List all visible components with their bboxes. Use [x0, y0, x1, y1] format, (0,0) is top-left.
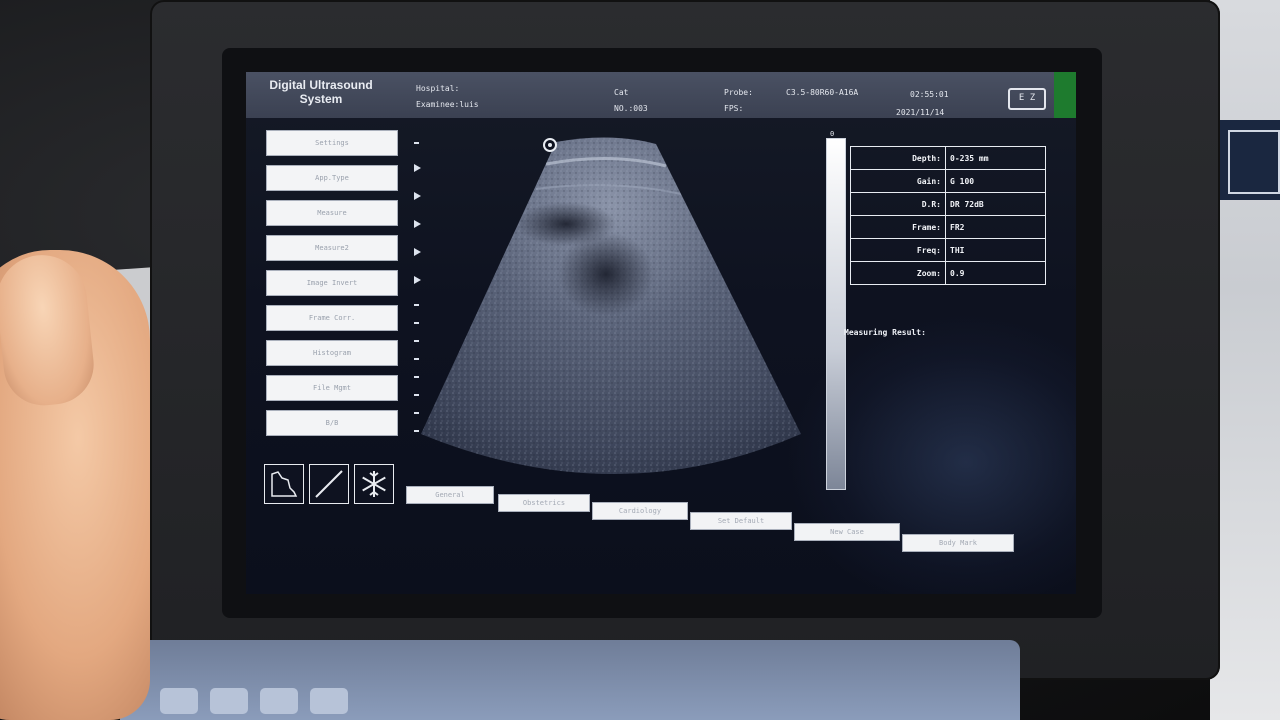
sidebar-item-file-mgmt[interactable]: File Mgmt	[266, 375, 398, 401]
param-key: D.R:	[850, 192, 946, 216]
param-row-frame: Frame: FR2	[850, 215, 1046, 239]
param-row-depth: Depth: 0-235 mm	[850, 146, 1046, 170]
sidebar-item-histogram[interactable]: Histogram	[266, 340, 398, 366]
keyboard-key	[310, 688, 348, 714]
param-value: THI	[945, 238, 1046, 262]
keyboard-key	[260, 688, 298, 714]
grayscale-bar	[826, 138, 846, 490]
param-value: 0-235 mm	[945, 146, 1046, 170]
background-snowflake-icon	[1228, 130, 1280, 194]
sidebar-item-measure[interactable]: Measure	[266, 200, 398, 226]
examinee-label: Examinee:luis	[416, 100, 479, 109]
sidebar-item-bb[interactable]: B/B	[266, 410, 398, 436]
ultrasound-screen: Digital Ultrasound System Hospital: Exam…	[246, 72, 1076, 594]
param-key: Freq:	[850, 238, 946, 262]
measuring-result-label: Measuring Result:	[844, 328, 926, 337]
clock-time: 02:55:01	[910, 90, 949, 99]
param-value: DR 72dB	[945, 192, 1046, 216]
param-row-freq: Freq: THI	[850, 238, 1046, 262]
brand-title: Digital Ultrasound System	[269, 78, 373, 106]
date: 2021/11/14	[896, 108, 945, 117]
sidebar-item-image-invert[interactable]: Image Invert	[266, 270, 398, 296]
probe-value: C3.5-80R60-A16A	[786, 88, 859, 97]
sidebar-item-app-type[interactable]: App.Type	[266, 165, 398, 191]
param-key: Gain:	[850, 169, 946, 193]
param-key: Frame:	[850, 215, 946, 239]
patient-number: NO.:003	[614, 104, 648, 113]
probe-orientation-marker	[543, 138, 557, 152]
keyboard-key	[210, 688, 248, 714]
mode-button-general[interactable]: General	[406, 486, 494, 504]
param-value: FR2	[945, 215, 1046, 239]
ultrasound-image[interactable]	[416, 134, 816, 494]
param-key: Depth:	[850, 146, 946, 170]
scale-label: 0	[830, 130, 835, 138]
header-bar: Digital Ultrasound System Hospital: Exam…	[246, 72, 1076, 118]
body-mark-button[interactable]: Body Mark	[902, 534, 1014, 552]
new-case-button[interactable]: New Case	[794, 523, 900, 541]
laptop-keyboard	[120, 640, 1020, 720]
parameters-table: Depth: 0-235 mm Gain: G 100 D.R: DR 72dB…	[850, 146, 1046, 285]
param-key: Zoom:	[850, 261, 946, 285]
param-value: G 100	[945, 169, 1046, 193]
param-row-dr: D.R: DR 72dB	[850, 192, 1046, 216]
sidebar-item-frame-corr[interactable]: Frame Corr.	[266, 305, 398, 331]
patient-name: Cat	[614, 88, 629, 97]
green-tape	[1054, 72, 1076, 118]
line-measure-icon[interactable]	[309, 464, 349, 504]
param-row-zoom: Zoom: 0.9	[850, 261, 1046, 285]
background-right	[1210, 0, 1280, 720]
sidebar-item-measure2[interactable]: Measure2	[266, 235, 398, 261]
probe-label: Probe:	[724, 88, 753, 97]
mode-button-cardiology[interactable]: Cardiology	[592, 502, 688, 520]
freeze-snowflake-icon[interactable]	[354, 464, 394, 504]
mode-button-obstetrics[interactable]: Obstetrics	[498, 494, 590, 512]
keyboard-key	[160, 688, 198, 714]
param-row-gain: Gain: G 100	[850, 169, 1046, 193]
fps-label: FPS:	[724, 104, 744, 113]
cine-icon[interactable]	[264, 464, 304, 504]
battery-icon[interactable]: E Z	[1008, 88, 1046, 110]
param-value: 0.9	[945, 261, 1046, 285]
hospital-label: Hospital:	[416, 84, 460, 93]
photo-scene: Digital Ultrasound System Hospital: Exam…	[0, 0, 1280, 720]
sidebar-item-settings[interactable]: Settings	[266, 130, 398, 156]
set-default-button[interactable]: Set Default	[690, 512, 792, 530]
